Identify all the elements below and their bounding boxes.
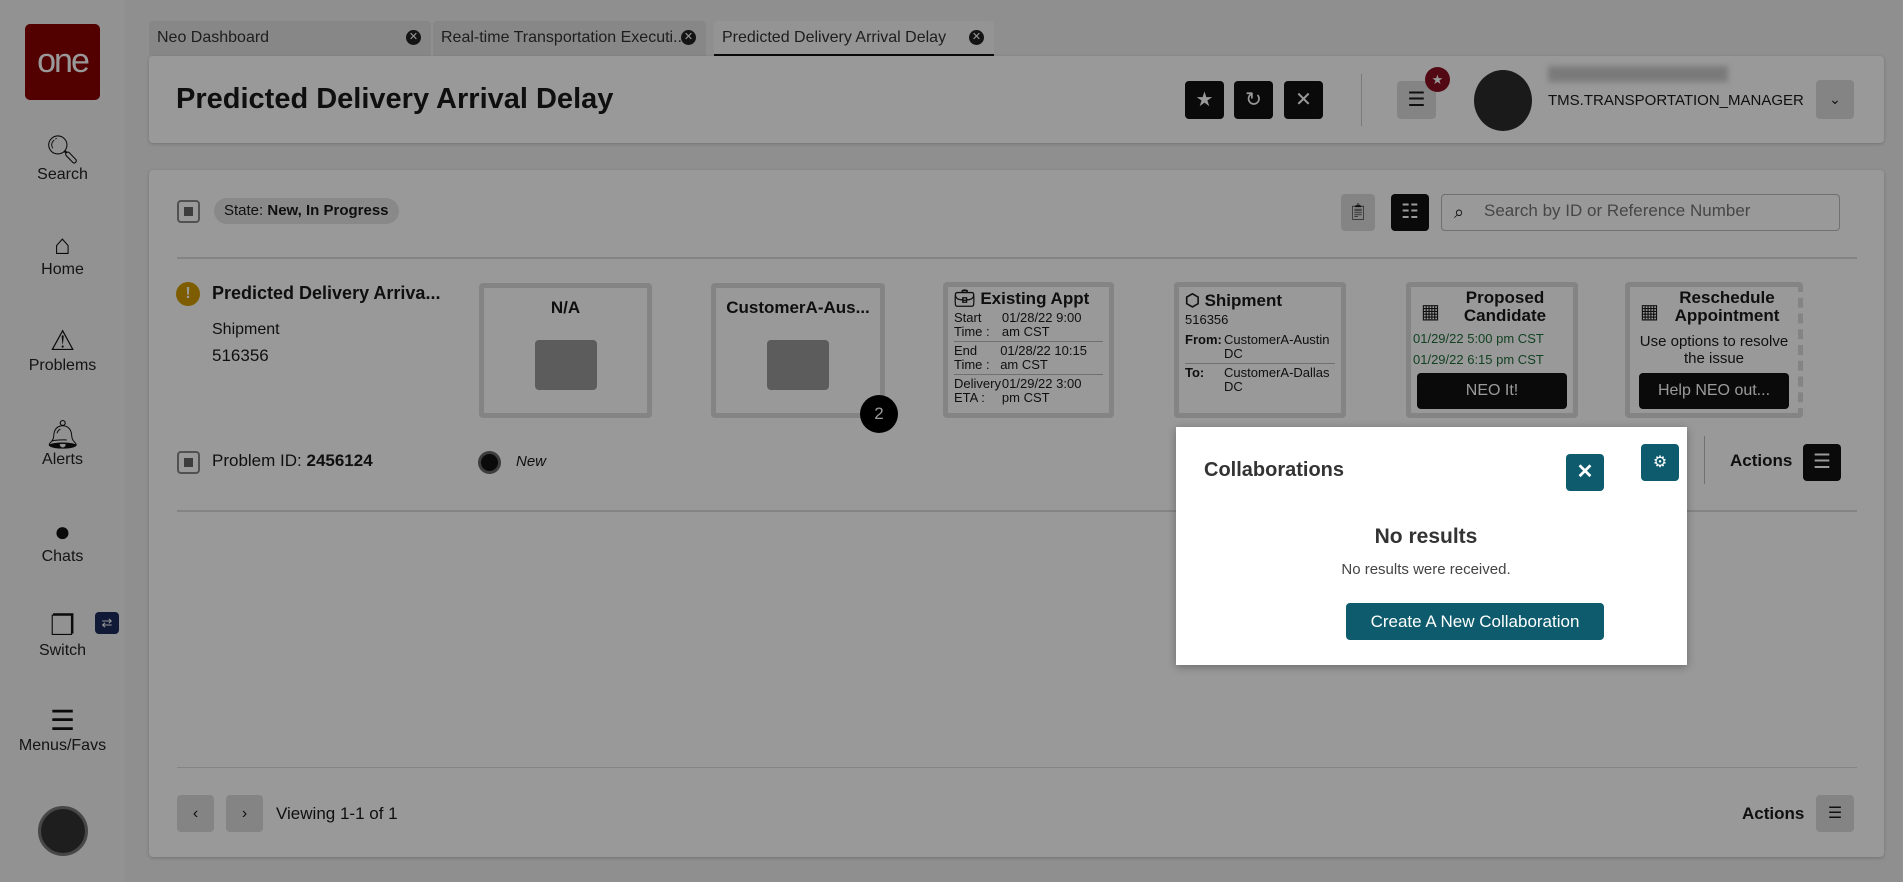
close-icon: ✕ <box>1576 461 1594 483</box>
popup-title: Collaborations <box>1204 459 1345 481</box>
collaborations-button[interactable]: ⚙ <box>1641 444 1679 481</box>
empty-title: No results <box>1374 525 1478 548</box>
collaborations-popup: Collaborations ✕ No results No results w… <box>1176 427 1687 665</box>
create-collaboration-button[interactable]: Create A New Collaboration <box>1346 603 1604 640</box>
popup-close-button[interactable]: ✕ <box>1566 454 1604 491</box>
users-gear-icon: ⚙ <box>1652 454 1668 471</box>
empty-text: No results were received. <box>1341 561 1511 578</box>
